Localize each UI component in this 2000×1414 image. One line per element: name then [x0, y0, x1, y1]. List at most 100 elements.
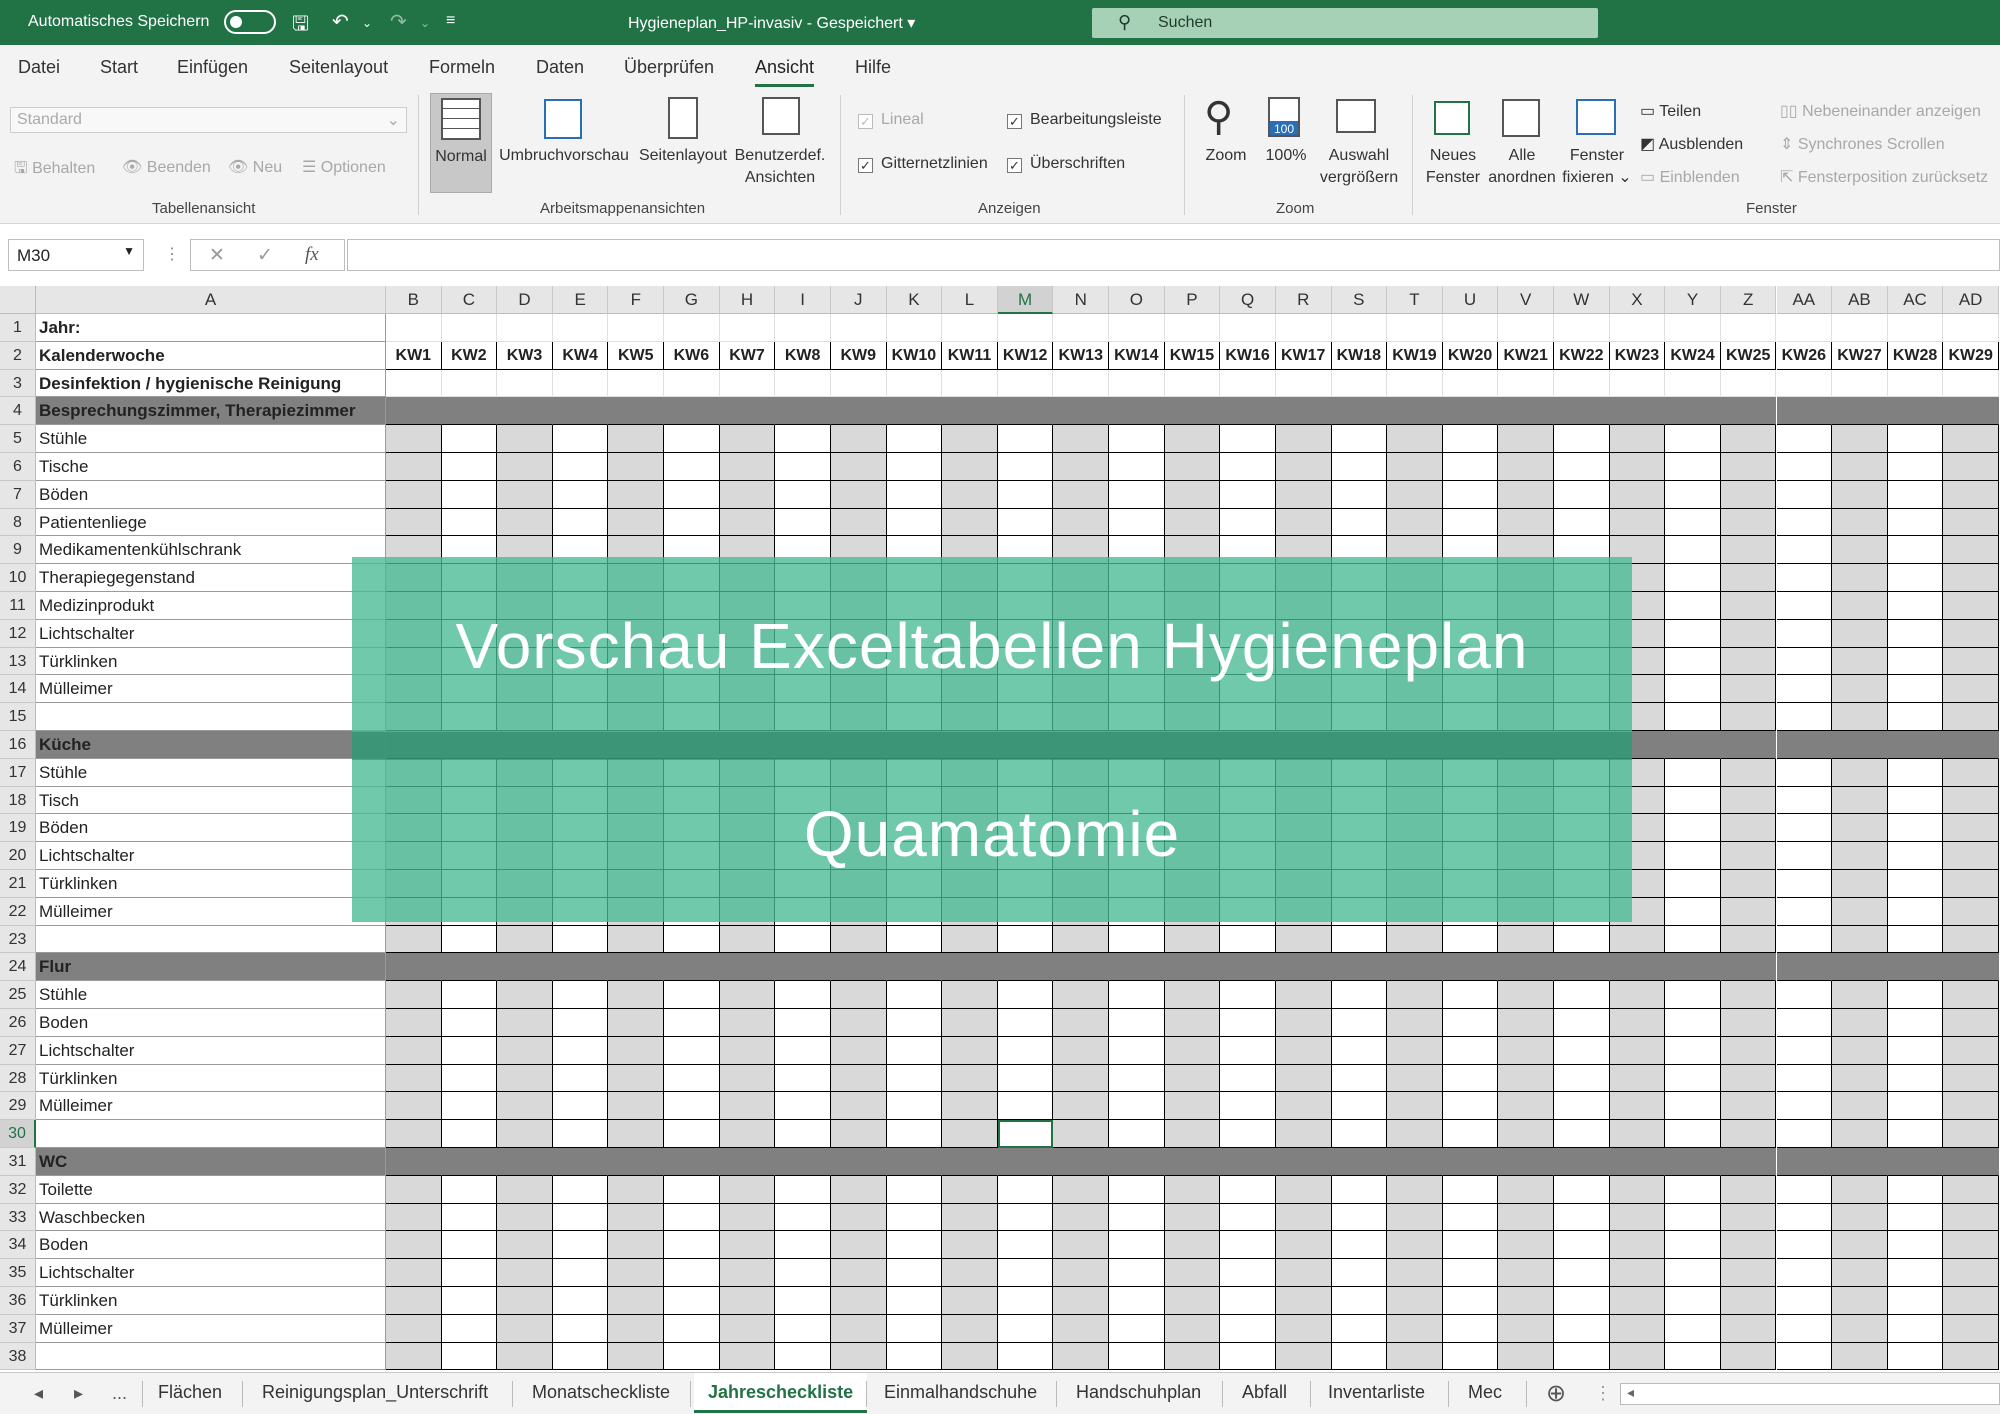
check-cell[interactable]: [1442, 480, 1499, 509]
check-cell[interactable]: [1720, 1120, 1777, 1148]
row-header[interactable]: 17: [0, 758, 36, 787]
check-cell[interactable]: [1720, 925, 1777, 954]
check-cell[interactable]: [1832, 814, 1888, 843]
check-cell[interactable]: [775, 508, 831, 537]
check-cell[interactable]: [1609, 1175, 1666, 1204]
check-cell[interactable]: [1776, 870, 1833, 898]
check-cell[interactable]: [552, 1064, 609, 1093]
check-cell[interactable]: [1832, 1120, 1888, 1148]
check-cell[interactable]: [1275, 1064, 1332, 1093]
check-cell[interactable]: [1109, 1287, 1165, 1315]
check-cell[interactable]: [497, 981, 553, 1009]
sheet-tab-jahrescheckliste[interactable]: Jahrescheckliste: [694, 1373, 868, 1413]
check-cell[interactable]: [1832, 397, 1888, 426]
check-cell[interactable]: [1220, 369, 1276, 398]
row-label[interactable]: Mülleimer: [36, 675, 386, 704]
check-cell[interactable]: [1387, 1009, 1443, 1037]
check-cell[interactable]: [1832, 1259, 1888, 1287]
check-cell[interactable]: [1275, 1287, 1332, 1315]
check-cell[interactable]: [552, 480, 609, 509]
check-cell[interactable]: [1609, 1148, 1666, 1176]
check-cell[interactable]: [830, 1036, 887, 1065]
check-cell[interactable]: [608, 1092, 665, 1121]
row-header[interactable]: 29: [0, 1092, 36, 1121]
check-cell[interactable]: [719, 1314, 776, 1343]
check-cell[interactable]: [886, 1175, 943, 1204]
check-cell[interactable]: [1943, 619, 1999, 648]
sheet-tab-flaechen[interactable]: Flächen: [158, 1382, 222, 1403]
check-cell[interactable]: [664, 453, 720, 481]
check-cell[interactable]: [497, 1314, 553, 1343]
check-cell[interactable]: [1609, 1120, 1666, 1148]
check-cell[interactable]: [386, 1120, 442, 1148]
check-cell[interactable]: [1720, 731, 1777, 759]
check-cell[interactable]: [1776, 647, 1833, 676]
check-cell[interactable]: [997, 453, 1054, 481]
check-cell[interactable]: [608, 1009, 665, 1037]
check-cell[interactable]: [997, 425, 1054, 453]
sheet-tab-inventarliste[interactable]: Inventarliste: [1328, 1382, 1425, 1403]
check-cell[interactable]: [997, 1175, 1054, 1204]
check-cell[interactable]: [497, 1064, 553, 1093]
check-cell[interactable]: [664, 1092, 720, 1121]
check-cell[interactable]: [1275, 369, 1332, 398]
check-cell[interactable]: [719, 1148, 776, 1176]
row-label[interactable]: Jahr:: [36, 314, 386, 342]
undo-dropdown-icon[interactable]: ⌄: [362, 16, 372, 30]
check-cell[interactable]: [1331, 1342, 1388, 1371]
check-cell[interactable]: [1442, 1314, 1499, 1343]
check-cell[interactable]: [1720, 619, 1777, 648]
search-box[interactable]: ⚲ Suchen: [1092, 8, 1598, 38]
check-cell[interactable]: [1776, 1064, 1833, 1093]
check-cell[interactable]: [1053, 369, 1110, 398]
check-cell[interactable]: [497, 1175, 553, 1204]
check-cell[interactable]: [942, 1064, 998, 1093]
check-cell[interactable]: [1832, 453, 1888, 481]
check-cell[interactable]: [775, 425, 831, 453]
check-cell[interactable]: [1887, 758, 1944, 787]
check-cell[interactable]: [775, 1036, 831, 1065]
week-header[interactable]: KW19: [1387, 341, 1443, 370]
row-header[interactable]: 25: [0, 981, 36, 1009]
check-cell[interactable]: [719, 397, 776, 426]
row-header[interactable]: 31: [0, 1148, 36, 1176]
zoom-100-button[interactable]: 100 100%: [1258, 93, 1314, 193]
check-cell[interactable]: [1665, 314, 1721, 342]
ueberschriften-checkbox[interactable]: ✓ Überschriften: [1007, 155, 1125, 173]
check-cell[interactable]: [1609, 314, 1666, 342]
check-cell[interactable]: [1665, 1009, 1721, 1037]
check-cell[interactable]: [1776, 369, 1833, 398]
check-cell[interactable]: [1665, 1064, 1721, 1093]
check-cell[interactable]: [664, 1175, 720, 1204]
check-cell[interactable]: [997, 953, 1054, 982]
check-cell[interactable]: [1498, 1009, 1554, 1037]
check-cell[interactable]: [1665, 758, 1721, 787]
check-cell[interactable]: [886, 1231, 943, 1260]
check-cell[interactable]: [886, 1036, 943, 1065]
check-cell[interactable]: [775, 1342, 831, 1371]
check-cell[interactable]: [1609, 453, 1666, 481]
check-cell[interactable]: [1554, 1175, 1610, 1204]
check-cell[interactable]: [719, 1287, 776, 1315]
check-cell[interactable]: [1887, 1092, 1944, 1121]
check-cell[interactable]: [1164, 953, 1221, 982]
check-cell[interactable]: [552, 1092, 609, 1121]
check-cell[interactable]: [1109, 1259, 1165, 1287]
check-cell[interactable]: [997, 1287, 1054, 1315]
check-cell[interactable]: [1887, 1231, 1944, 1260]
check-cell[interactable]: [1832, 870, 1888, 898]
check-cell[interactable]: [386, 1287, 442, 1315]
check-cell[interactable]: [1720, 647, 1777, 676]
check-cell[interactable]: [1832, 1009, 1888, 1037]
row-header[interactable]: 14: [0, 675, 36, 704]
check-cell[interactable]: [1943, 786, 1999, 815]
check-cell[interactable]: [1109, 397, 1165, 426]
check-cell[interactable]: [997, 981, 1054, 1009]
check-cell[interactable]: [1498, 1203, 1554, 1232]
check-cell[interactable]: [1832, 1092, 1888, 1121]
check-cell[interactable]: [1554, 1342, 1610, 1371]
check-cell[interactable]: [1498, 1287, 1554, 1315]
check-cell[interactable]: [1720, 953, 1777, 982]
check-cell[interactable]: [886, 1314, 943, 1343]
insert-function-icon[interactable]: fx: [305, 244, 319, 266]
